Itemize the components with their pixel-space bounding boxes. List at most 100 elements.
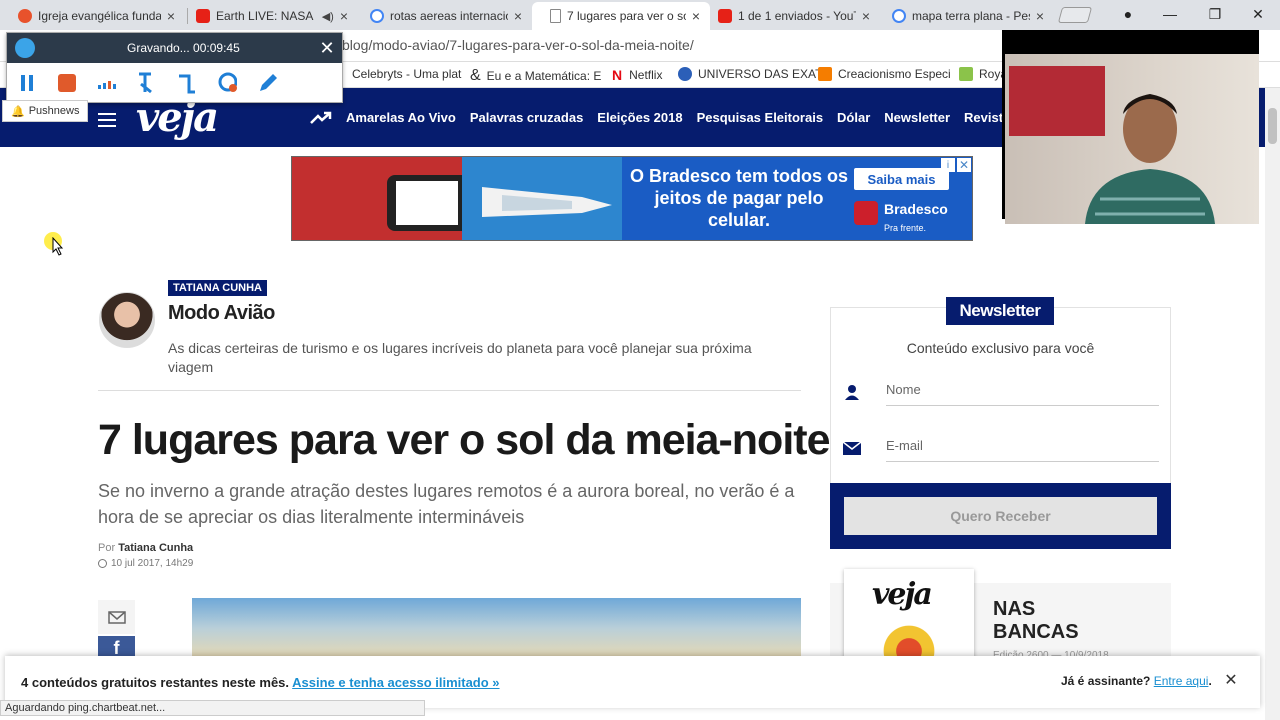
pushnews-label: Pushnews: [28, 105, 80, 117]
close-tab-icon[interactable]: ×: [340, 8, 348, 24]
recorder-titlebar: Gravando... 00:09:45 ✕: [7, 33, 342, 63]
tab-igreja[interactable]: Igreja evangélica funda ×: [0, 2, 185, 30]
nav-pesquisas[interactable]: Pesquisas Eleitorais: [697, 110, 823, 125]
magazine-cover[interactable]: veja: [844, 569, 974, 664]
close-tab-icon[interactable]: ×: [514, 8, 522, 24]
byline-author[interactable]: Tatiana Cunha: [118, 542, 193, 554]
zoom-in-icon[interactable]: [137, 72, 157, 94]
close-window-button[interactable]: ✕: [1238, 0, 1278, 28]
profile-icon[interactable]: ●: [1108, 0, 1148, 28]
main-nav: Amarelas Ao Vivo Palavras cruzadas Eleiç…: [310, 110, 1010, 125]
newsletter-email-input[interactable]: E-mail: [886, 434, 1159, 462]
article-headline: 7 lugares para ver o sol da meia-noite: [98, 416, 831, 464]
youtube-icon: [196, 9, 210, 23]
hamburger-menu-icon[interactable]: [98, 113, 116, 131]
nav-eleicoes[interactable]: Eleições 2018: [597, 110, 682, 125]
tab-earth-live[interactable]: Earth LIVE: NASA Vid ◀) ×: [178, 2, 358, 30]
restore-button[interactable]: ❐: [1195, 0, 1235, 28]
ad-close-icon[interactable]: ✕: [957, 158, 971, 172]
pen-icon[interactable]: [257, 72, 277, 94]
ad-cta-button[interactable]: Saiba mais: [854, 168, 949, 190]
webcam-toggle-icon[interactable]: [217, 72, 237, 94]
mail-icon: [107, 610, 126, 624]
article-date: 10 jul 2017, 14h29: [98, 558, 193, 569]
ad-brand: Bradesco: [884, 201, 948, 217]
bookmark-label: Creacionismo Especi: [838, 67, 951, 81]
nav-amarelas[interactable]: Amarelas Ao Vivo: [346, 110, 456, 125]
ampersand-icon: &: [470, 67, 481, 84]
ad-slogan: Pra frente.: [884, 223, 927, 233]
pause-icon[interactable]: [17, 72, 37, 94]
tab-label: rotas aereas internacior: [390, 9, 508, 23]
bookmark-icon: [959, 67, 973, 81]
nav-newsletter[interactable]: Newsletter: [884, 110, 950, 125]
bookmark-label: UNIVERSO DAS EXAT: [698, 67, 823, 81]
share-email-button[interactable]: [98, 600, 135, 634]
bookmark-creacionismo[interactable]: Creacionismo Especi: [818, 67, 951, 81]
login-link[interactable]: Entre aqui: [1154, 674, 1209, 688]
scrollbar-thumb[interactable]: [1268, 108, 1277, 144]
pushnews-badge[interactable]: 🔔 Pushnews: [2, 100, 89, 122]
login-prompt: Já é assinante? Entre aqui.: [1061, 674, 1212, 688]
new-tab-button[interactable]: [1057, 7, 1093, 23]
subscribe-link[interactable]: Assine e tenha acesso ilimitado »: [292, 675, 499, 690]
page-scrollbar[interactable]: [1265, 88, 1280, 720]
webcam-feed: [1005, 54, 1259, 224]
bookmark-universo-das-exatas[interactable]: UNIVERSO DAS EXAT: [678, 67, 822, 81]
tab-mapa-terra-plana[interactable]: mapa terra plana - Pesq ×: [874, 2, 1054, 30]
browser-tab-strip: Igreja evangélica funda × Earth LIVE: NA…: [0, 0, 1280, 30]
nav-dolar[interactable]: Dólar: [837, 110, 870, 125]
recorder-close-icon[interactable]: ✕: [312, 38, 342, 59]
bookmark-celebryts[interactable]: Celebryts - Uma plat: [352, 67, 461, 81]
magazine-label-line1: NAS: [993, 598, 1036, 620]
subscriber-question: Já é assinante?: [1061, 674, 1151, 688]
article-subhead: Se no inverno a grande atração destes lu…: [98, 481, 795, 527]
paywall-count-text: 4 conteúdos gratuitos restantes neste mê…: [21, 675, 290, 690]
audio-level-icon[interactable]: [97, 72, 117, 94]
tab-7-lugares[interactable]: 7 lugares para ver o sol ×: [532, 2, 710, 30]
close-tab-icon[interactable]: ×: [862, 8, 870, 24]
bell-icon: 🔔: [11, 105, 25, 118]
bookmark-eu-e-a-matematica[interactable]: & Eu e a Matemática: E: [470, 67, 601, 85]
recorder-logo-icon: [15, 38, 35, 58]
tab-youtube-enviados[interactable]: 1 de 1 enviados - YouTu ×: [700, 2, 880, 30]
zoom-out-icon[interactable]: [177, 72, 197, 94]
close-tab-icon[interactable]: ×: [692, 8, 700, 24]
globe-icon: [678, 67, 692, 81]
article-byline: Por Tatiana Cunha: [98, 542, 193, 554]
bradesco-logo-icon: [854, 201, 878, 225]
newsletter-submit-button[interactable]: Quero Receber: [844, 497, 1157, 535]
blog-title[interactable]: Modo Avião: [168, 302, 275, 325]
newsletter-name-input[interactable]: Nome: [886, 378, 1159, 406]
stop-icon[interactable]: [57, 72, 77, 94]
author-badge[interactable]: TATIANA CUNHA: [168, 280, 268, 296]
author-avatar[interactable]: [99, 292, 155, 348]
ad-banner[interactable]: O Bradesco tem todos os jeitos de pagar …: [291, 156, 973, 241]
close-tab-icon[interactable]: ×: [167, 8, 175, 24]
user-icon: [843, 383, 861, 401]
magazine-logo: veja: [872, 577, 933, 612]
mouse-cursor-icon: [52, 237, 64, 256]
ad-info-icon[interactable]: i: [941, 158, 955, 172]
minimize-button[interactable]: —: [1150, 0, 1190, 28]
bookmark-roya[interactable]: Roya: [959, 67, 1007, 81]
tab-label: 7 lugares para ver o sol: [567, 9, 686, 23]
tab-rotas-aereas[interactable]: rotas aereas internacior ×: [352, 2, 532, 30]
bookmark-label: Eu e a Matemática: E: [486, 69, 602, 83]
browser-status-bar: Aguardando ping.chartbeat.net...: [0, 700, 425, 716]
speaker-icon: ◀): [321, 10, 334, 23]
qr-code-icon: [396, 181, 458, 225]
paywall-close-icon[interactable]: ✕: [1223, 672, 1239, 689]
close-tab-icon[interactable]: ×: [1036, 8, 1044, 24]
nav-palavras-cruzadas[interactable]: Palavras cruzadas: [470, 110, 583, 125]
tab-label: Igreja evangélica funda: [38, 9, 161, 23]
document-icon: [550, 9, 561, 23]
url-text[interactable]: blog/modo-aviao/7-lugares-para-ver-o-sol…: [342, 37, 694, 53]
magazine-label-line2: BANCAS: [993, 621, 1079, 643]
youtube-icon: [718, 9, 732, 23]
bookmark-label: Celebryts - Uma plat: [352, 67, 462, 81]
tab-label: 1 de 1 enviados - YouTu: [738, 9, 856, 23]
bookmark-label: Netflix: [629, 68, 663, 82]
bookmark-netflix[interactable]: N Netflix: [612, 67, 662, 83]
mail-icon: [843, 439, 861, 457]
